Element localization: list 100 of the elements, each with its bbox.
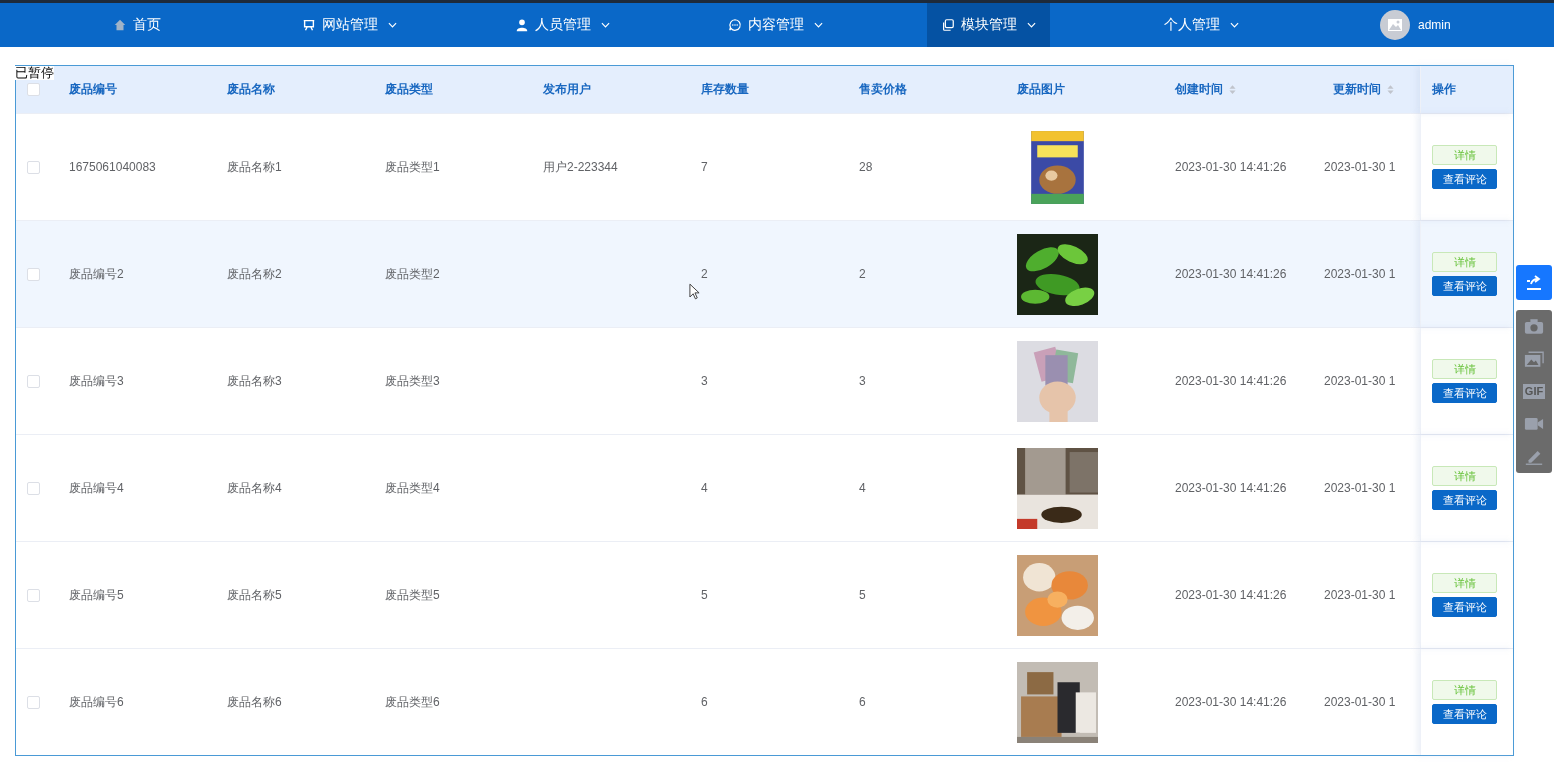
column-header: 库存数量 [701,81,749,98]
chevron-down-icon [388,22,397,28]
table-cell: 废品编号5 [69,586,124,604]
table-cell: 2023-01-30 1 [1324,160,1396,174]
column-header: 废品名称 [227,81,275,98]
table-cell: 2023-01-30 14:41:26 [1175,374,1287,388]
row-checkbox[interactable] [27,481,40,495]
column-header: 更新时间 [1333,81,1381,98]
view-comments-button[interactable]: 查看评论 [1432,276,1497,296]
table-cell: 2023-01-30 14:41:26 [1175,267,1287,281]
user-icon [515,18,529,32]
view-comments-button[interactable]: 查看评论 [1432,169,1497,189]
share-button[interactable] [1516,265,1552,300]
header-cell[interactable]: 更新时间 [1320,66,1420,113]
table-cell: 5 [859,588,866,602]
table-cell: 废品类型5 [385,586,440,604]
view-comments-button[interactable]: 查看评论 [1432,490,1497,510]
copy-icon [941,18,955,32]
table-cell: 废品类型1 [385,158,440,176]
table-cell: 废品名称2 [227,265,282,283]
table-cell: 废品名称1 [227,158,282,176]
sort-icon[interactable] [1229,84,1236,95]
table-cell: 废品类型3 [385,372,440,390]
table-row[interactable]: 废品编号2 废品名称2 废品类型2 2 2 2023-01-30 14:41:26 2023-01-30 1 详情 查看评论 [16,220,1513,327]
avatar-icon[interactable] [1380,10,1410,40]
pen-icon[interactable] [1524,448,1544,465]
table-cell: 4 [859,481,866,495]
image-icon[interactable] [1524,351,1544,368]
table-row[interactable]: 1675061040083 废品名称1 废品类型1 用户2-223344 7 28 2023-01-30 14:41:26 2023-01-30 1 详情 查看评论 [16,113,1513,220]
table-cell: 2 [859,267,866,281]
table-cell: 废品编号6 [69,693,124,711]
table-cell: 1675061040083 [69,160,156,174]
column-header: 创建时间 [1175,81,1223,98]
table-row[interactable]: 废品编号5 废品名称5 废品类型5 5 5 2023-01-30 14:41:26 2023-01-30 1 详情 查看评论 [16,541,1513,648]
chevron-down-icon [601,22,610,28]
status-label: 已暂停 [15,66,54,80]
view-comments-button[interactable]: 查看评论 [1432,704,1497,724]
column-header: 废品编号 [69,81,117,98]
table-cell: 7 [701,160,708,174]
table-cell: 28 [859,160,873,174]
camera-icon[interactable] [1524,318,1544,335]
mouse-pointer-icon [689,283,700,300]
table-cell: 4 [701,481,708,495]
column-header: 操作 [1432,81,1456,98]
select-all-checkbox[interactable] [27,83,40,96]
table-cell: 2023-01-30 1 [1324,588,1396,602]
column-header: 废品图片 [1017,81,1065,98]
table-cell: 废品名称4 [227,479,282,497]
chevron-down-icon [1230,22,1239,28]
table-cell: 2023-01-30 1 [1324,695,1396,709]
table-cell: 3 [859,374,866,388]
row-checkbox[interactable] [27,374,40,388]
table-cell: 用户2-223344 [543,158,618,176]
table-cell: 2023-01-30 1 [1324,481,1396,495]
nav-menu-item[interactable]: 人员管理 [501,3,624,47]
table-cell: 6 [859,695,866,709]
table-cell: 3 [701,374,708,388]
video-camera-icon[interactable] [1524,415,1544,432]
row-checkbox[interactable] [27,267,40,281]
table-cell: 废品名称3 [227,372,282,390]
row-checkbox[interactable] [27,695,40,709]
table-cell: 2023-01-30 14:41:26 [1175,481,1287,495]
table-cell: 6 [701,695,708,709]
nav-menu-item[interactable]: 个人管理 [1140,3,1263,47]
table-cell: 2023-01-30 14:41:26 [1175,695,1287,709]
nav-menu-item[interactable]: 首页 [75,3,198,47]
column-header: 售卖价格 [859,81,907,98]
username[interactable]: admin [1418,18,1451,32]
table-cell: 废品编号3 [69,372,124,390]
table-cell: 2023-01-30 1 [1324,267,1396,281]
chevron-down-icon [1027,22,1036,28]
table-row[interactable]: 废品编号4 废品名称4 废品类型4 4 4 2023-01-30 14:41:26 2023-01-30 1 详情 查看评论 [16,434,1513,541]
gif-button[interactable]: GIF [1522,384,1546,399]
column-header: 发布用户 [543,81,591,98]
nav-menu-item[interactable]: 网站管理 [288,3,411,47]
table-cell: 2023-01-30 14:41:26 [1175,588,1287,602]
share-arrow-icon [1524,272,1544,293]
table-cell: 2023-01-30 14:41:26 [1175,160,1287,174]
home-icon [112,18,127,32]
easel-icon [302,18,316,32]
chevron-down-icon [814,22,823,28]
table-cell: 废品类型6 [385,693,440,711]
table-row[interactable]: 废品编号3 废品名称3 废品类型3 3 3 2023-01-30 14:41:26 2023-01-30 1 详情 查看评论 [16,327,1513,434]
row-checkbox[interactable] [27,160,40,174]
sort-icon[interactable] [1387,84,1394,95]
table-cell: 废品名称5 [227,586,282,604]
table-cell: 2 [701,267,708,281]
row-checkbox[interactable] [27,588,40,602]
nav-menu-item[interactable]: 模块管理 [927,3,1050,47]
table-cell: 废品名称6 [227,693,282,711]
nav-menu-item[interactable]: 内容管理 [714,3,837,47]
table-cell: 废品类型2 [385,265,440,283]
view-comments-button[interactable]: 查看评论 [1432,597,1497,617]
table-cell: 废品编号2 [69,265,124,283]
view-comments-button[interactable]: 查看评论 [1432,383,1497,403]
table-cell: 废品编号4 [69,479,124,497]
header-cell[interactable]: 创建时间 [1162,66,1320,113]
chat-icon [728,18,742,32]
column-header: 废品类型 [385,81,433,98]
table-row[interactable]: 废品编号6 废品名称6 废品类型6 6 6 2023-01-30 14:41:26 2023-01-30 1 详情 查看评论 [16,648,1513,755]
